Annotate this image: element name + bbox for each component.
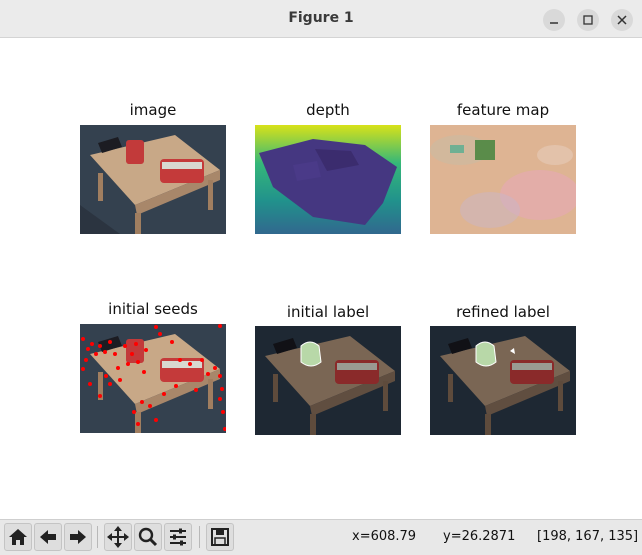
- navigation-toolbar: x=608.79 y=26.2871 [198, 167, 135]: [0, 519, 642, 555]
- back-button[interactable]: [34, 523, 62, 551]
- forward-arrow-icon: [70, 530, 86, 544]
- pixel-rgb-readout: [198, 167, 135]: [537, 529, 639, 544]
- home-button[interactable]: [4, 523, 32, 551]
- initial-seeds-panel: [80, 324, 226, 433]
- panel-title-depth: depth: [306, 101, 350, 119]
- initial-seeds-picture: [80, 324, 226, 433]
- maximize-icon: [583, 15, 593, 25]
- toolbar-separator: [199, 526, 200, 548]
- home-icon: [9, 529, 27, 545]
- refined-label-picture: [430, 326, 576, 435]
- panel-title-refined-label: refined label: [456, 303, 550, 321]
- cursor-x-readout: x=608.79: [352, 529, 417, 544]
- figure-canvas[interactable]: image depth feature map initial seeds in…: [0, 38, 642, 519]
- minimize-icon: [550, 22, 558, 24]
- cursor-y-readout: y=26.2871: [443, 529, 516, 544]
- pan-button[interactable]: [104, 523, 132, 551]
- minimize-button[interactable]: [543, 9, 565, 31]
- zoom-button[interactable]: [134, 523, 162, 551]
- panel-title-initial-seeds: initial seeds: [108, 300, 198, 318]
- zoom-icon: [138, 527, 158, 547]
- depth-panel: [255, 125, 401, 234]
- configure-subplots-button[interactable]: [164, 523, 192, 551]
- panel-title-feature-map: feature map: [456, 101, 550, 119]
- close-icon: [617, 15, 627, 25]
- back-arrow-icon: [40, 530, 56, 544]
- depth-picture: [255, 125, 401, 234]
- image-picture: [80, 125, 226, 234]
- configure-subplots-icon: [170, 528, 186, 546]
- feature-map-panel: [430, 125, 576, 234]
- panel-title-initial-label: initial label: [286, 303, 370, 321]
- close-button[interactable]: [611, 9, 633, 31]
- refined-label-panel: [430, 326, 576, 435]
- window-titlebar: Figure 1: [0, 0, 642, 38]
- pan-icon: [107, 526, 129, 548]
- initial-label-picture: [255, 326, 401, 435]
- toolbar-separator: [97, 526, 98, 548]
- forward-button[interactable]: [64, 523, 92, 551]
- save-button[interactable]: [206, 523, 234, 551]
- save-icon: [211, 528, 229, 546]
- maximize-button[interactable]: [577, 9, 599, 31]
- initial-label-panel: [255, 326, 401, 435]
- feature-map-picture: [430, 125, 576, 234]
- image-panel: [80, 125, 226, 234]
- panel-title-image: image: [129, 101, 177, 119]
